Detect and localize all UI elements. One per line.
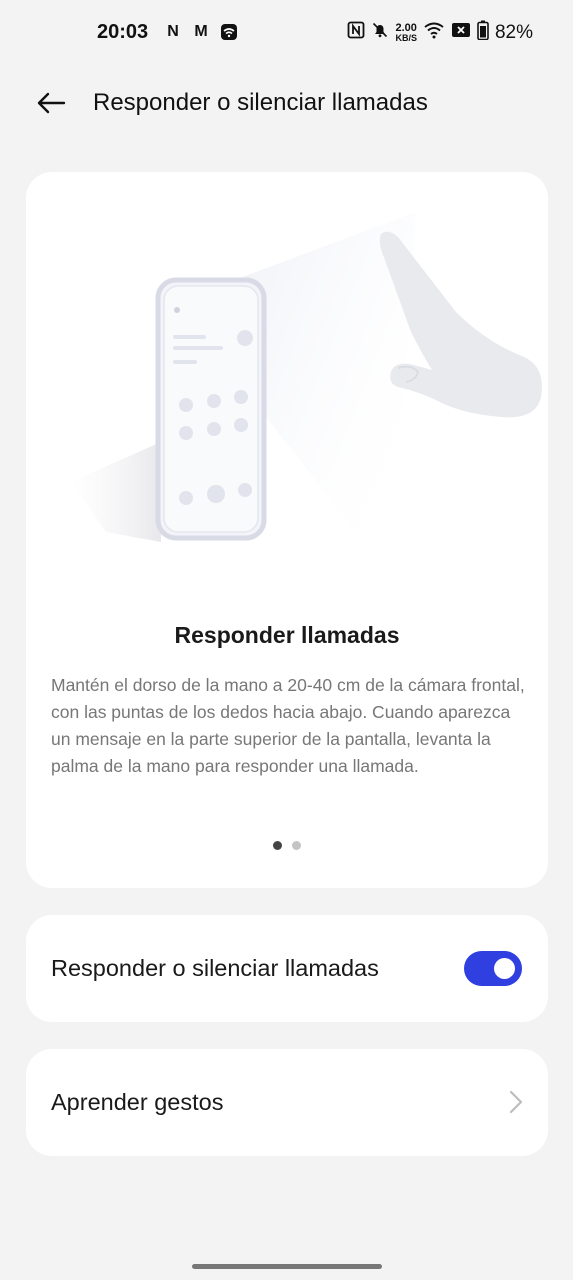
gesture-illustration — [71, 212, 542, 577]
netflix-icon: N — [167, 23, 179, 40]
back-button[interactable] — [30, 82, 72, 124]
back-arrow-icon — [37, 92, 66, 114]
network-speed-unit: KB/S — [395, 32, 417, 43]
gesture-illustration-card[interactable]: Responder llamadas Mantén el dorso de la… — [26, 172, 548, 888]
answer-silence-toggle[interactable] — [464, 951, 522, 986]
home-indicator[interactable] — [192, 1264, 382, 1269]
toggle-setting-row[interactable]: Responder o silenciar llamadas — [26, 915, 548, 1022]
wifi-icon — [423, 21, 445, 44]
card-description: Mantén el dorso de la mano a 20-40 cm de… — [51, 675, 525, 776]
toggle-setting-label: Responder o silenciar llamadas — [51, 955, 379, 981]
battery-level: 82% — [494, 21, 533, 43]
learn-gestures-label: Aprender gestos — [51, 1089, 224, 1115]
chevron-right-icon — [509, 1090, 523, 1114]
network-speed: 2.00 KB/S — [395, 21, 417, 43]
page-title: Responder o silenciar llamadas — [93, 89, 428, 116]
network-speed-value: 2.00 — [395, 21, 417, 34]
battery-icon — [477, 20, 489, 45]
page-dot-1[interactable] — [273, 841, 282, 850]
mail-m-icon: M — [194, 23, 208, 40]
nfc-icon — [347, 21, 365, 44]
learn-gestures-row[interactable]: Aprender gestos — [26, 1049, 548, 1156]
status-bar: 20:03 N M 2.00 KB/S 82% — [0, 0, 573, 68]
card-heading: Responder llamadas — [174, 622, 400, 648]
no-sim-icon — [451, 22, 471, 43]
status-time: 20:03 — [97, 21, 149, 43]
system-icons: 2.00 KB/S 82% — [347, 20, 533, 45]
page-dot-2[interactable] — [292, 841, 301, 850]
mute-bell-icon — [371, 21, 389, 44]
toggle-knob — [494, 958, 515, 979]
notification-icons: N M — [163, 22, 239, 42]
wifi-box-icon — [219, 22, 239, 42]
app-bar: Responder o silenciar llamadas — [0, 78, 573, 128]
page-indicator[interactable] — [26, 841, 548, 850]
